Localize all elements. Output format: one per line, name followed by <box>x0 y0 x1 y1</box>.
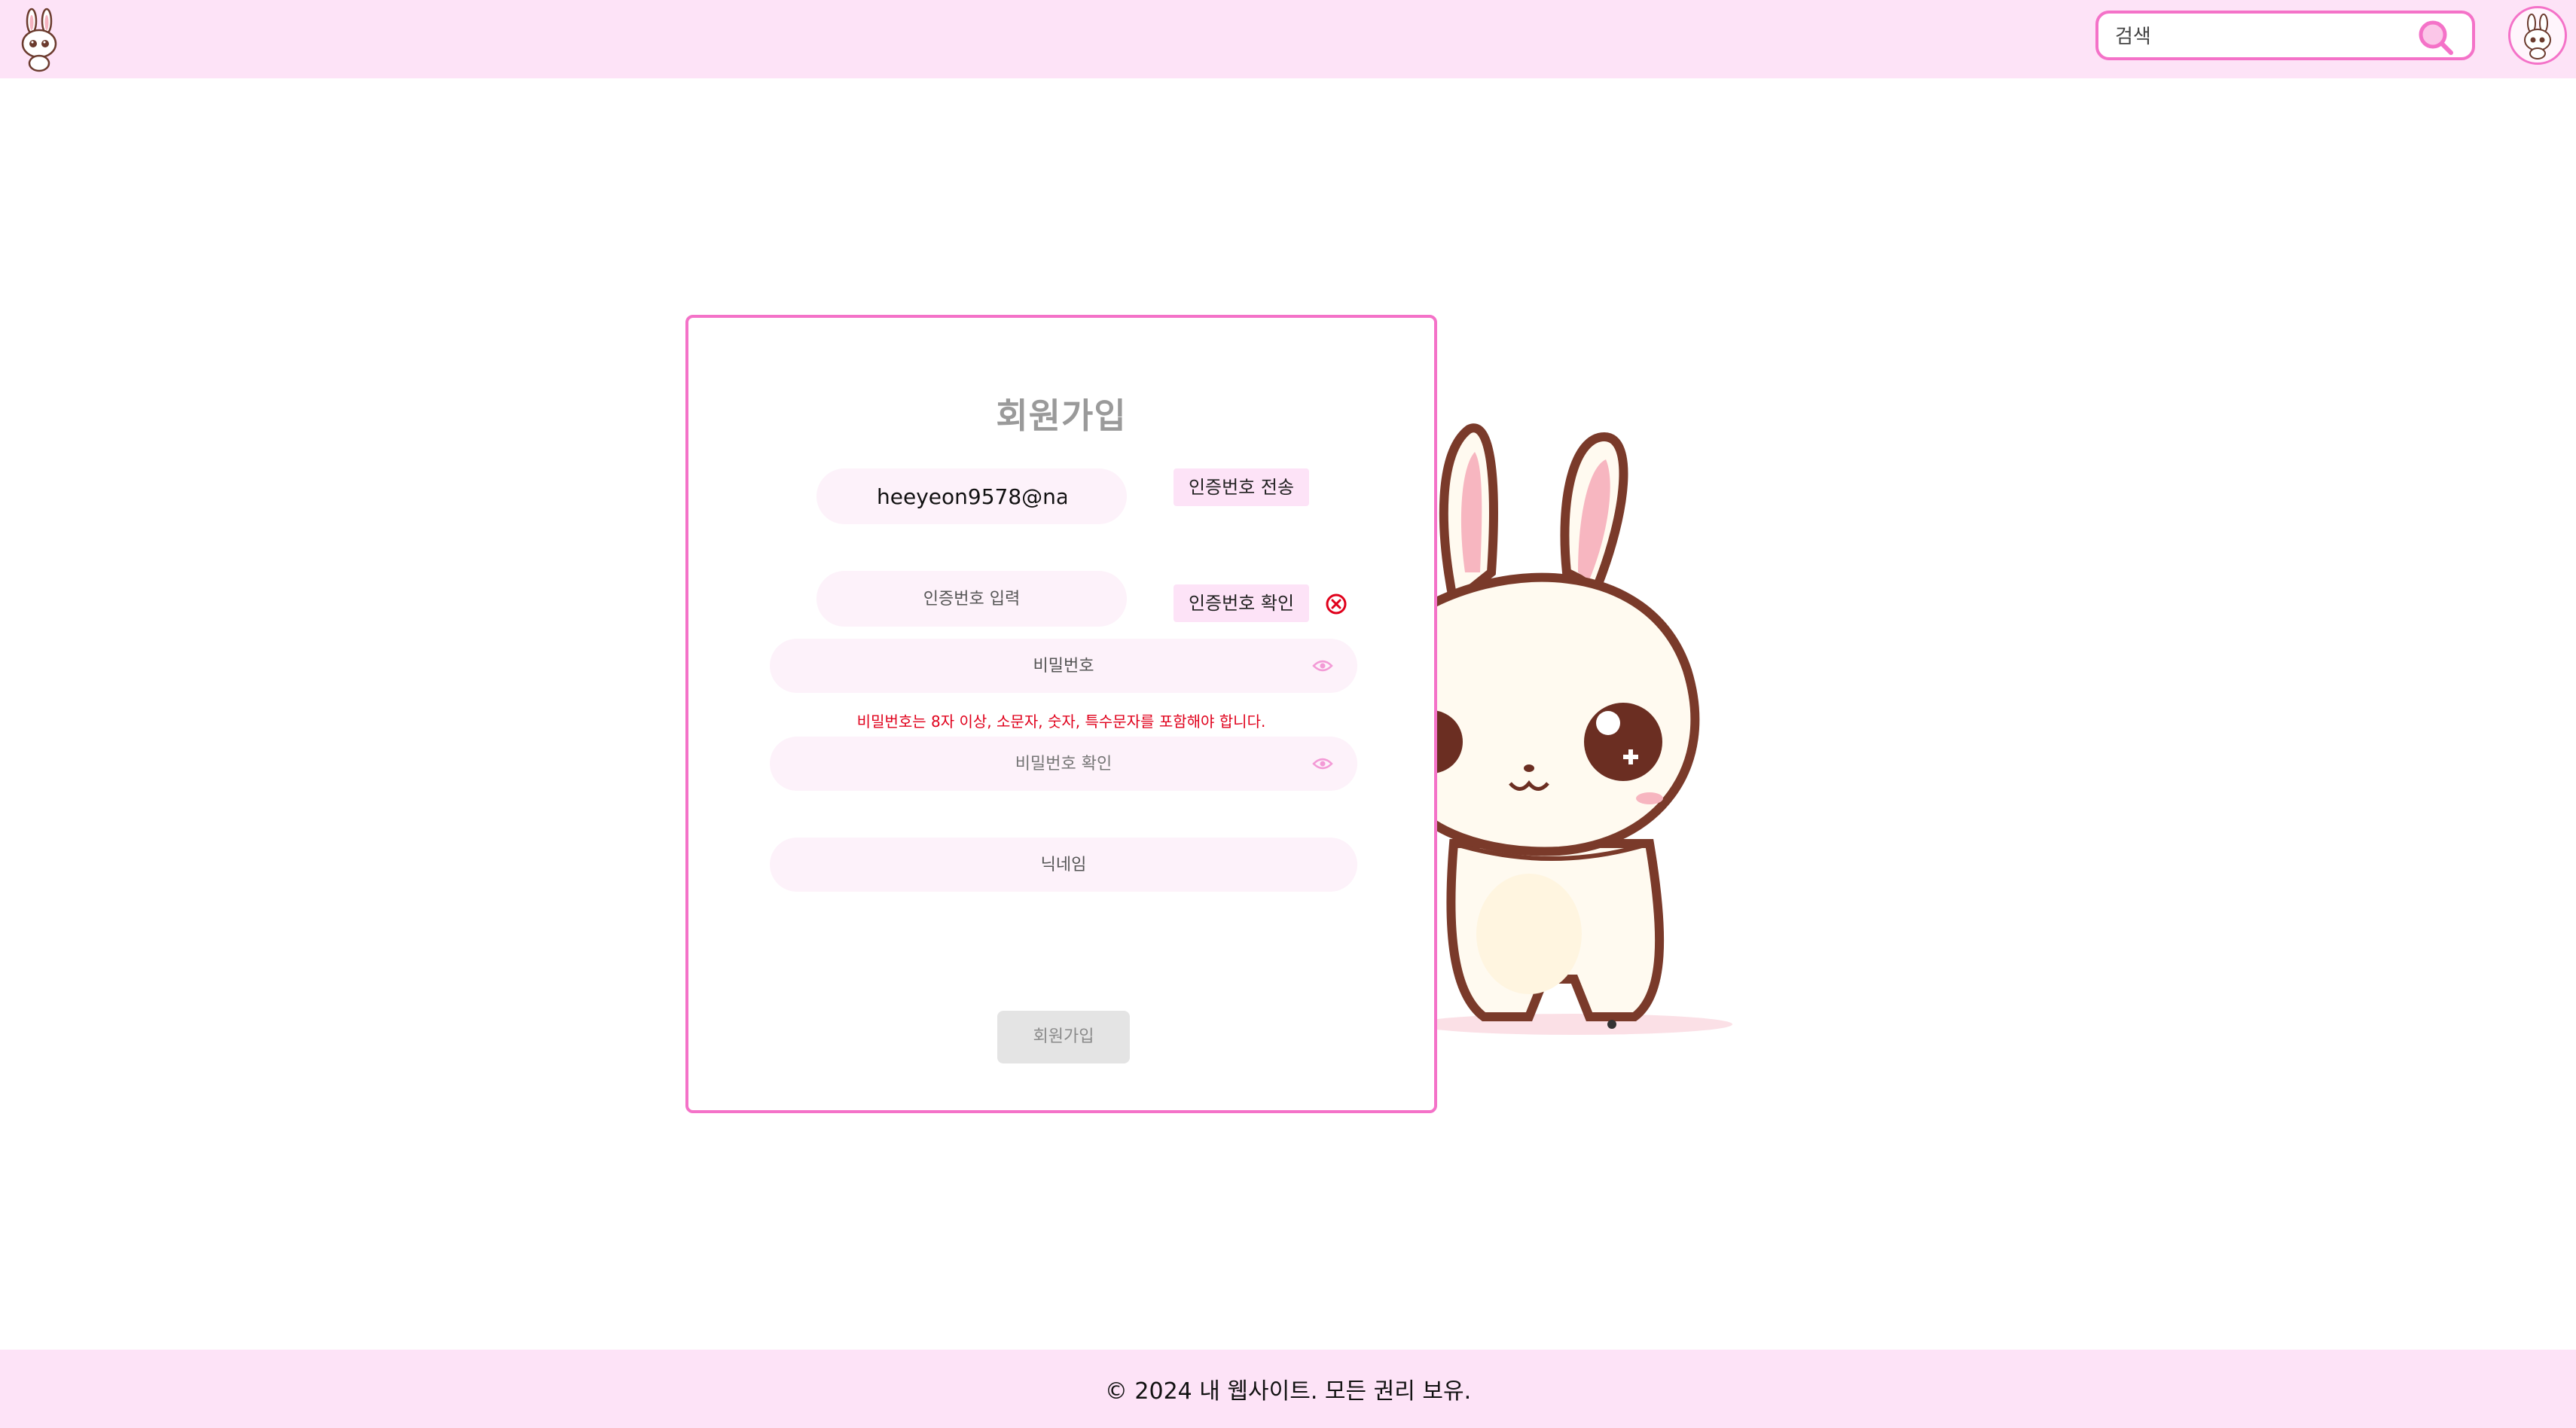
bunny-logo-icon[interactable] <box>17 5 62 72</box>
password-error-message: 비밀번호는 8자 이상, 소문자, 숫자, 특수문자를 포함해야 합니다. <box>856 712 1266 731</box>
signup-card: 회원가입 인증번호 전송 인증번호 확인 비밀번호는 8자 이상, 소문자, 숫… <box>685 315 1437 1113</box>
user-avatar[interactable] <box>2508 6 2567 65</box>
password-confirm-field[interactable] <box>770 737 1357 791</box>
password-field[interactable] <box>770 639 1357 693</box>
email-field[interactable] <box>816 468 1127 524</box>
page-footer: © 2024 내 웹사이트. 모든 권리 보유. <box>0 1350 2576 1428</box>
bunny-avatar-icon <box>2524 14 2551 60</box>
eye-icon[interactable] <box>1312 658 1333 673</box>
search-bar <box>2095 11 2475 60</box>
close-icon[interactable] <box>1324 592 1348 616</box>
verification-code-field[interactable] <box>816 571 1127 627</box>
bunny-illustration <box>1399 422 1740 1047</box>
confirm-code-button[interactable]: 인증번호 확인 <box>1174 584 1309 622</box>
signup-submit-button[interactable]: 회원가입 <box>997 1011 1130 1063</box>
search-icon[interactable] <box>2415 18 2457 56</box>
page-title: 회원가입 <box>996 395 1127 436</box>
copyright-text: © 2024 내 웹사이트. 모든 권리 보유. <box>1104 1378 1472 1405</box>
send-code-button[interactable]: 인증번호 전송 <box>1174 468 1309 506</box>
eye-icon[interactable] <box>1312 756 1333 771</box>
top-header <box>0 0 2576 78</box>
search-input[interactable] <box>2114 21 2418 53</box>
nickname-field[interactable] <box>770 838 1357 892</box>
